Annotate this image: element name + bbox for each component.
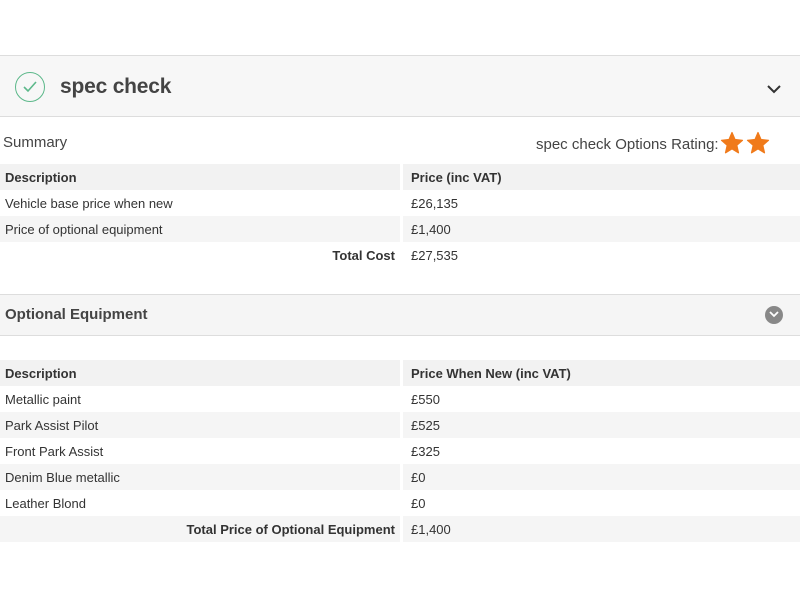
total-cost-value: £27,535 xyxy=(400,242,800,268)
header-title: spec check xyxy=(60,75,172,98)
total-optional-label: Total Price of Optional Equipment xyxy=(0,516,400,542)
chevron-down-circle-icon[interactable] xyxy=(765,306,783,324)
optional-equipment-table: Description Price When New (inc VAT) Met… xyxy=(0,360,800,542)
summary-label: Summary xyxy=(3,134,68,151)
row-price: £325 xyxy=(400,438,800,464)
row-description: Price of optional equipment xyxy=(0,216,400,242)
options-rating-label: spec check Options Rating: xyxy=(536,136,719,153)
row-description: Leather Blond xyxy=(0,490,400,516)
column-header-description: Description xyxy=(0,164,400,190)
row-price: £26,135 xyxy=(400,190,800,216)
row-price: £0 xyxy=(400,490,800,516)
star-icon xyxy=(720,131,746,157)
table-row: Vehicle base price when new £26,135 xyxy=(0,190,800,216)
optional-equipment-header[interactable]: Optional Equipment xyxy=(0,294,800,336)
total-row: Total Cost £27,535 xyxy=(0,242,800,268)
total-optional-value: £1,400 xyxy=(400,516,800,542)
row-description: Denim Blue metallic xyxy=(0,464,400,490)
table-header-row: Description Price (inc VAT) xyxy=(0,164,800,190)
table-row: Leather Blond £0 xyxy=(0,490,800,516)
options-rating-stars xyxy=(720,131,772,160)
row-description: Vehicle base price when new xyxy=(0,190,400,216)
row-description: Front Park Assist xyxy=(0,438,400,464)
row-price: £525 xyxy=(400,412,800,438)
chevron-down-icon[interactable] xyxy=(766,81,782,99)
column-header-description: Description xyxy=(0,360,400,386)
check-circle-icon xyxy=(15,72,45,102)
total-row: Total Price of Optional Equipment £1,400 xyxy=(0,516,800,542)
row-price: £550 xyxy=(400,386,800,412)
row-price: £0 xyxy=(400,464,800,490)
table-header-row: Description Price When New (inc VAT) xyxy=(0,360,800,386)
table-row: Metallic paint £550 xyxy=(0,386,800,412)
table-row: Front Park Assist £325 xyxy=(0,438,800,464)
row-price: £1,400 xyxy=(400,216,800,242)
star-icon xyxy=(746,131,772,157)
column-header-price: Price When New (inc VAT) xyxy=(400,360,800,386)
summary-table: Description Price (inc VAT) Vehicle base… xyxy=(0,164,800,268)
spec-check-header[interactable]: spec check xyxy=(0,55,800,117)
table-row: Denim Blue metallic £0 xyxy=(0,464,800,490)
row-description: Park Assist Pilot xyxy=(0,412,400,438)
total-cost-label: Total Cost xyxy=(0,242,400,268)
section-title: Optional Equipment xyxy=(5,306,148,323)
table-row: Price of optional equipment £1,400 xyxy=(0,216,800,242)
column-header-price: Price (inc VAT) xyxy=(400,164,800,190)
row-description: Metallic paint xyxy=(0,386,400,412)
table-row: Park Assist Pilot £525 xyxy=(0,412,800,438)
